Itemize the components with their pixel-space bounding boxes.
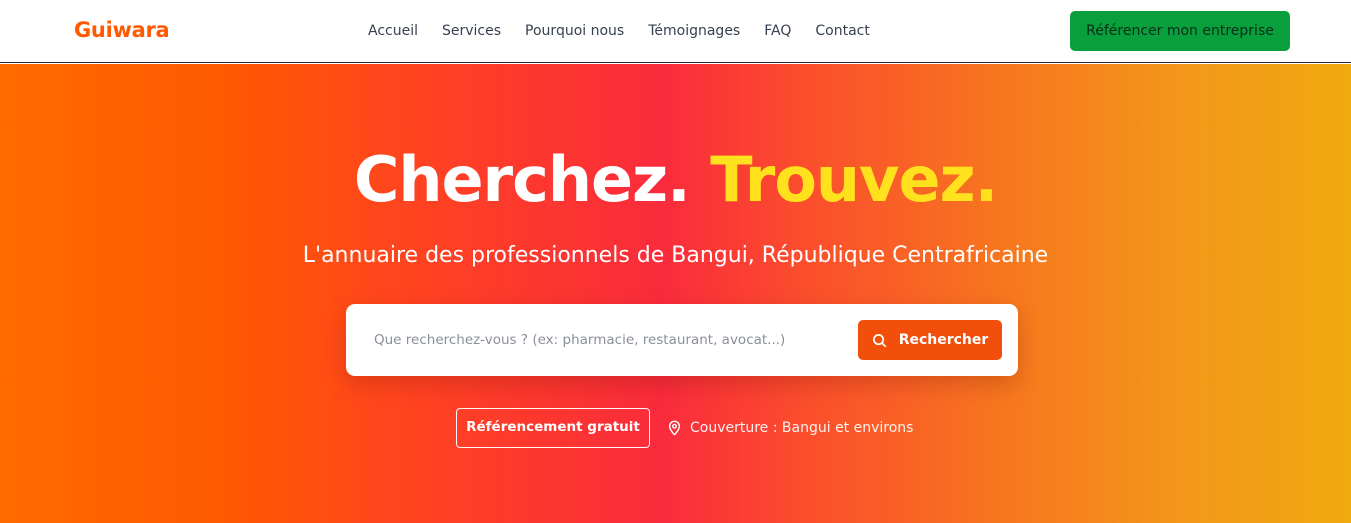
search-icon: [872, 333, 887, 348]
map-pin-icon: [667, 420, 682, 436]
hero-section: Cherchez. Trouvez. L'annuaire des profes…: [0, 64, 1351, 523]
hero-title: Cherchez. Trouvez.: [0, 142, 1351, 218]
free-listing-button[interactable]: Référencement gratuit: [456, 408, 650, 448]
nav-link-services[interactable]: Services: [442, 21, 501, 41]
coverage-text: Couverture : Bangui et environs: [690, 420, 914, 436]
nav-link-faq[interactable]: FAQ: [764, 21, 791, 41]
register-business-button[interactable]: Référencer mon entreprise: [1070, 11, 1290, 51]
top-navbar: Guiwara Accueil Services Pourquoi nous T…: [0, 0, 1351, 63]
hero-title-part2: Trouvez.: [710, 143, 998, 216]
nav-link-contact[interactable]: Contact: [815, 21, 869, 41]
search-box: Rechercher: [346, 304, 1018, 376]
hero-title-part1: Cherchez.: [353, 143, 691, 216]
search-button-label: Rechercher: [898, 332, 989, 348]
nav-link-pourquoi-nous[interactable]: Pourquoi nous: [525, 21, 624, 41]
nav-link-accueil[interactable]: Accueil: [368, 21, 418, 41]
search-input[interactable]: [362, 320, 842, 360]
coverage-info: Couverture : Bangui et environs: [667, 418, 913, 438]
hero-subtitle: L'annuaire des professionnels de Bangui,…: [302, 243, 1049, 268]
site-logo[interactable]: Guiwara: [74, 16, 170, 44]
nav-link-temoignages[interactable]: Témoignages: [648, 21, 740, 41]
search-button[interactable]: Rechercher: [858, 320, 1002, 360]
main-nav: Accueil Services Pourquoi nous Témoignag…: [368, 21, 870, 41]
